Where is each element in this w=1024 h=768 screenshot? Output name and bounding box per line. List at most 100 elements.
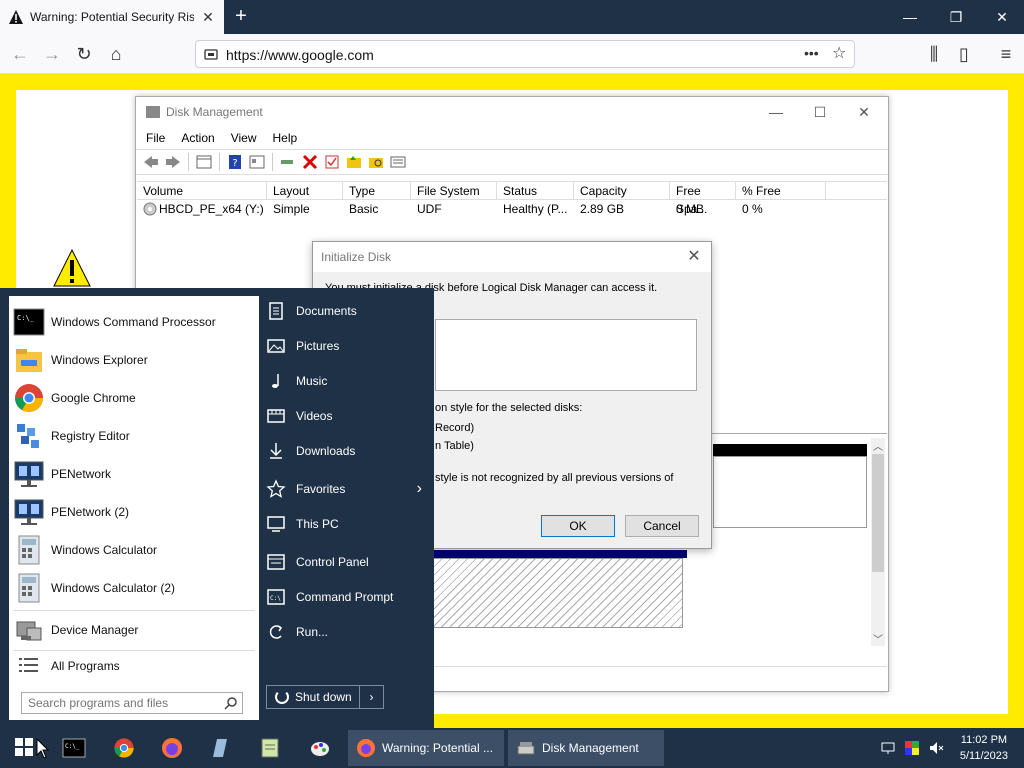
search-icon[interactable] bbox=[224, 696, 238, 710]
back-icon[interactable] bbox=[142, 154, 160, 170]
check-icon[interactable] bbox=[323, 154, 341, 170]
task-disk-management[interactable]: Disk Management bbox=[508, 730, 664, 766]
cancel-button[interactable]: Cancel bbox=[625, 515, 699, 537]
place-pictures[interactable]: Pictures bbox=[266, 331, 426, 361]
shutdown-button[interactable]: Shut down › bbox=[266, 685, 384, 709]
taskbar-chrome-icon[interactable] bbox=[104, 732, 144, 764]
url-bar[interactable]: https://www.google.com ••• ☆ bbox=[195, 40, 855, 68]
calculator-icon bbox=[13, 572, 45, 604]
menu-file[interactable]: File bbox=[146, 131, 165, 145]
disk-partition[interactable] bbox=[713, 456, 867, 528]
search-folder-icon[interactable] bbox=[367, 154, 385, 170]
app-windows-explorer[interactable]: Windows Explorer bbox=[9, 342, 259, 378]
run-icon bbox=[266, 622, 286, 642]
column-status[interactable]: Status bbox=[497, 182, 574, 199]
table-row[interactable]: HBCD_PE_x64 (Y:) Simple Basic UDF Health… bbox=[137, 200, 887, 218]
clock[interactable]: 11:02 PM 5/11/2023 bbox=[960, 732, 1008, 764]
unallocated-partition[interactable] bbox=[433, 558, 683, 628]
column-percent-free[interactable]: % Free bbox=[736, 182, 826, 199]
taskbar-notepad-icon[interactable] bbox=[250, 732, 290, 764]
delete-icon[interactable] bbox=[301, 154, 319, 170]
place-run[interactable]: Run... bbox=[266, 617, 426, 647]
properties-icon[interactable] bbox=[248, 154, 266, 170]
help-icon[interactable]: ? bbox=[226, 154, 244, 170]
taskbar-firefox-icon[interactable] bbox=[152, 732, 192, 764]
column-type[interactable]: Type bbox=[343, 182, 411, 199]
browser-tab[interactable]: Warning: Potential Security Risk Ahead ✕ bbox=[0, 0, 224, 34]
column-layout[interactable]: Layout bbox=[267, 182, 343, 199]
app-windows-calculator-2[interactable]: Windows Calculator (2) bbox=[9, 570, 259, 606]
forward-icon[interactable] bbox=[164, 154, 182, 170]
column-file-system[interactable]: File System bbox=[411, 182, 497, 199]
bookmark-star-icon[interactable]: ☆ bbox=[832, 43, 846, 63]
close-window-icon[interactable]: ✕ bbox=[842, 101, 886, 123]
place-control-panel[interactable]: Control Panel bbox=[266, 547, 426, 577]
menu-action[interactable]: Action bbox=[181, 131, 214, 145]
mbr-option[interactable]: Record) bbox=[435, 422, 474, 434]
place-command-prompt[interactable]: C:\ Command Prompt bbox=[266, 582, 426, 612]
new-tab-icon[interactable]: + bbox=[230, 5, 252, 29]
app-penetwork-2[interactable]: PENetwork (2) bbox=[9, 494, 259, 530]
disk-select-list[interactable] bbox=[435, 319, 697, 391]
library-icon[interactable]: ⫼ bbox=[922, 42, 946, 66]
close-tab-icon[interactable]: ✕ bbox=[200, 9, 216, 25]
app-device-manager[interactable]: Device Manager bbox=[9, 612, 259, 648]
scrollbar[interactable]: ︿ ﹀ bbox=[871, 438, 885, 646]
place-downloads[interactable]: Downloads bbox=[266, 436, 426, 466]
show-hide-tree-icon[interactable] bbox=[195, 154, 213, 170]
volume-muted-icon[interactable] bbox=[928, 740, 944, 756]
forward-icon[interactable]: → bbox=[40, 42, 64, 66]
app-registry-editor[interactable]: Registry Editor bbox=[9, 418, 259, 454]
menu-view[interactable]: View bbox=[231, 131, 257, 145]
scroll-up-icon[interactable]: ︿ bbox=[873, 438, 883, 453]
minimize-icon[interactable]: — bbox=[890, 4, 930, 30]
taskbar-app-icon[interactable] bbox=[200, 732, 240, 764]
taskbar-paint-icon[interactable] bbox=[300, 732, 340, 764]
all-programs[interactable]: All Programs bbox=[9, 648, 259, 684]
scrollbar-thumb[interactable] bbox=[872, 454, 884, 572]
page-actions-icon[interactable]: ••• bbox=[804, 45, 819, 61]
color-tray-icon[interactable] bbox=[904, 740, 920, 756]
star-icon bbox=[266, 479, 286, 499]
app-penetwork[interactable]: PENetwork bbox=[9, 456, 259, 492]
back-icon[interactable]: ← bbox=[8, 42, 32, 66]
app-google-chrome[interactable]: Google Chrome bbox=[9, 380, 259, 416]
search-input[interactable] bbox=[28, 695, 218, 711]
minimize-icon[interactable]: — bbox=[754, 101, 798, 123]
home-icon[interactable]: ⌂ bbox=[104, 42, 128, 66]
disc-icon bbox=[143, 202, 157, 216]
column-volume[interactable]: Volume bbox=[137, 182, 267, 199]
task-firefox-warning[interactable]: Warning: Potential ... bbox=[348, 730, 504, 766]
open-folder-icon[interactable] bbox=[345, 154, 363, 170]
place-favorites[interactable]: Favorites › bbox=[266, 474, 426, 504]
app-windows-calculator[interactable]: Windows Calculator bbox=[9, 532, 259, 568]
menu-help[interactable]: Help bbox=[273, 131, 298, 145]
chevron-right-icon[interactable]: › bbox=[359, 686, 383, 708]
close-window-icon[interactable]: ✕ bbox=[982, 4, 1022, 30]
ok-button[interactable]: OK bbox=[541, 515, 615, 537]
column-capacity[interactable]: Capacity bbox=[574, 182, 670, 199]
gpt-option[interactable]: n Table) bbox=[435, 440, 474, 452]
toolbar-divider bbox=[188, 153, 189, 171]
registry-icon bbox=[13, 420, 45, 452]
column-free-space[interactable]: Free Spa... bbox=[670, 182, 736, 216]
menu-icon[interactable]: ≡ bbox=[994, 42, 1018, 66]
place-videos[interactable]: Videos bbox=[266, 401, 426, 431]
sidebar-icon[interactable]: ▯ bbox=[952, 42, 976, 66]
chevron-right-icon: › bbox=[416, 480, 422, 497]
app-windows-command-processor[interactable]: C:\_ Windows Command Processor bbox=[9, 304, 259, 340]
document-icon bbox=[266, 301, 286, 321]
place-this-pc[interactable]: This PC bbox=[266, 509, 426, 539]
close-icon[interactable]: ✕ bbox=[685, 248, 703, 266]
list-view-icon[interactable] bbox=[389, 154, 407, 170]
connect-icon[interactable] bbox=[279, 154, 297, 170]
search-box[interactable] bbox=[21, 692, 243, 714]
restore-icon[interactable]: ❐ bbox=[936, 4, 976, 30]
reload-icon[interactable]: ↻ bbox=[72, 42, 96, 66]
place-music[interactable]: Music bbox=[266, 366, 426, 396]
place-documents[interactable]: Documents bbox=[266, 296, 426, 326]
network-tray-icon[interactable] bbox=[880, 740, 896, 756]
maximize-icon[interactable]: ☐ bbox=[798, 101, 842, 123]
taskbar-cmd-icon[interactable]: C:\_ bbox=[54, 732, 94, 764]
scroll-down-icon[interactable]: ﹀ bbox=[873, 631, 883, 646]
